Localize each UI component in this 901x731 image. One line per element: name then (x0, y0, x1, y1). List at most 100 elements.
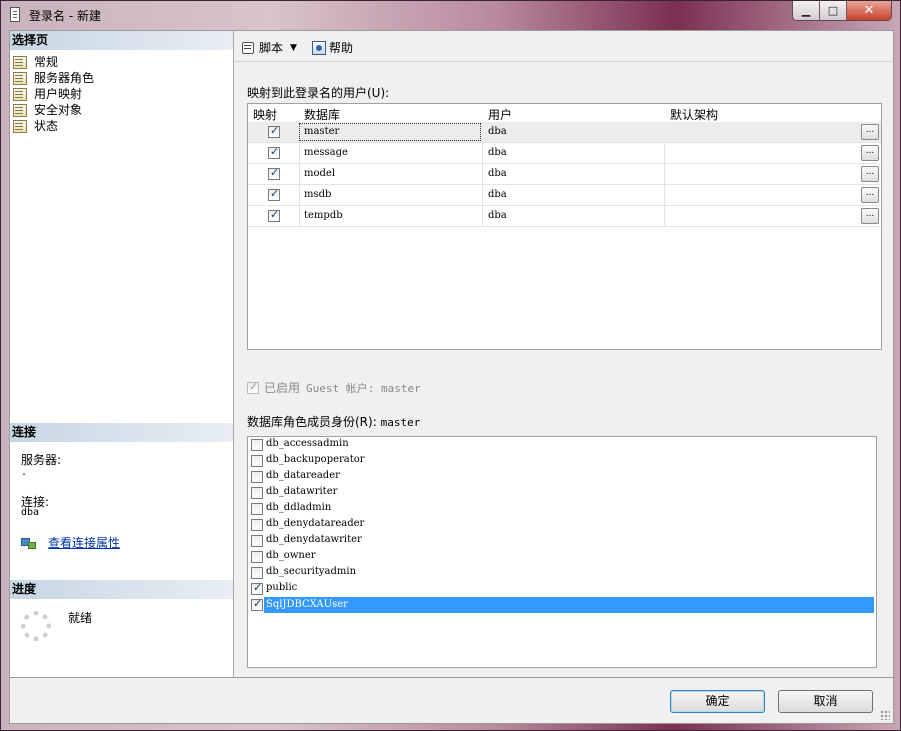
role-checkbox[interactable] (251, 503, 263, 515)
close-icon: ✕ (863, 3, 875, 18)
button-bar: 确定 取消 (9, 678, 894, 724)
user-cell[interactable]: dba (488, 210, 507, 221)
script-button[interactable]: 脚本 ▼ (241, 39, 297, 56)
role-checkbox[interactable] (251, 567, 263, 579)
minimize-button[interactable]: ▁ (793, 1, 820, 20)
browse-schema-button[interactable]: ... (861, 166, 879, 182)
list-item[interactable]: db_owner (248, 549, 876, 565)
role-name: db_denydatareader (266, 518, 365, 529)
map-checkbox[interactable] (268, 145, 280, 159)
connection-value: dba (21, 507, 40, 518)
maximize-button[interactable]: □ (820, 1, 847, 20)
table-row[interactable]: msdb dba ... (248, 185, 881, 206)
role-membership-list: db_accessadmin db_backupoperator db_data… (247, 436, 877, 668)
browse-schema-button[interactable]: ... (861, 208, 879, 224)
user-cell[interactable]: dba (488, 147, 507, 158)
title-bar[interactable]: 登录名 - 新建 ▁ □ ✕ (1, 1, 900, 29)
list-item[interactable]: db_ddladmin (248, 501, 876, 517)
role-name: db_backupoperator (266, 454, 365, 465)
cancel-button[interactable]: 取消 (778, 690, 873, 713)
user-cell[interactable]: dba (488, 126, 507, 137)
window-title: 登录名 - 新建 (29, 9, 101, 23)
close-button[interactable]: ✕ (847, 1, 891, 20)
ok-button[interactable]: 确定 (670, 690, 765, 713)
role-checkbox[interactable] (251, 455, 263, 467)
page-item-label: 状态 (34, 119, 59, 133)
page-item-general[interactable]: 常规 (13, 54, 94, 70)
list-item[interactable]: public (248, 581, 876, 597)
chevron-down-icon[interactable]: ▼ (290, 43, 297, 53)
guest-account-text: Guest 帐户: master (306, 381, 421, 395)
connection-header: 连接 (10, 423, 233, 442)
table-row[interactable]: message dba ... (248, 143, 881, 164)
grid-header: 映射 数据库 用户 默认架构 (248, 104, 881, 122)
list-item[interactable]: SqlJDBCXAUser (248, 597, 876, 613)
toolbar: 脚本 ▼ 帮助 (234, 31, 893, 62)
role-name: db_owner (266, 550, 316, 561)
role-membership-title: 数据库角色成员身份(R): master (247, 413, 420, 430)
page-item-server-roles[interactable]: 服务器角色 (13, 70, 94, 86)
role-name: db_datareader (266, 470, 340, 481)
script-label: 脚本 (259, 41, 284, 55)
database-cell[interactable]: model (304, 168, 335, 179)
window-controls: ▁ □ ✕ (792, 1, 892, 21)
list-item[interactable]: db_backupoperator (248, 453, 876, 469)
login-new-dialog: 登录名 - 新建 ▁ □ ✕ 选择页 常规 服务器角色 用户映射 安全对象 状态… (0, 0, 901, 731)
role-checkbox[interactable] (251, 551, 263, 563)
column-header-user: 用户 (488, 108, 513, 122)
role-name: db_accessadmin (266, 438, 349, 449)
view-connection-properties-link[interactable]: 查看连接属性 (21, 534, 120, 551)
page-item-user-mapping[interactable]: 用户映射 (13, 86, 94, 102)
database-cell[interactable]: message (304, 147, 348, 158)
list-item[interactable]: db_accessadmin (248, 437, 876, 453)
list-item[interactable]: db_denydatawriter (248, 533, 876, 549)
role-checkbox[interactable] (251, 487, 263, 499)
connection-properties-icon (21, 536, 37, 550)
role-name: db_securityadmin (266, 566, 357, 577)
role-name: public (266, 582, 298, 593)
page-icon (13, 87, 27, 101)
browse-schema-button[interactable]: ... (861, 187, 879, 203)
table-row[interactable]: model dba ... (248, 164, 881, 185)
page-item-label: 常规 (34, 55, 59, 69)
map-checkbox[interactable] (268, 166, 280, 180)
script-icon (241, 41, 256, 55)
resize-grip-icon[interactable] (880, 710, 890, 720)
guest-enabled-checkbox: 已启用 Guest 帐户: master (247, 379, 421, 396)
map-checkbox[interactable] (268, 208, 280, 222)
page-icon (13, 71, 27, 85)
role-checkbox[interactable] (251, 535, 263, 547)
table-row[interactable]: master dba ... (248, 122, 881, 143)
list-item[interactable]: db_datawriter (248, 485, 876, 501)
page-item-label: 服务器角色 (34, 71, 95, 85)
role-checkbox[interactable] (251, 597, 263, 611)
database-cell[interactable]: msdb (304, 189, 331, 200)
database-cell[interactable]: tempdb (304, 210, 343, 221)
map-checkbox[interactable] (268, 124, 280, 138)
role-checkbox[interactable] (251, 439, 263, 451)
column-header-map: 映射 (253, 108, 278, 122)
browse-schema-button[interactable]: ... (861, 124, 879, 140)
browse-schema-button[interactable]: ... (861, 145, 879, 161)
page-icon (13, 103, 27, 117)
table-row[interactable]: tempdb dba ... (248, 206, 881, 227)
list-item[interactable]: db_securityadmin (248, 565, 876, 581)
server-label: 服务器: (21, 453, 62, 467)
server-value: . (21, 467, 28, 478)
help-button[interactable]: 帮助 (312, 39, 353, 56)
user-cell[interactable]: dba (488, 189, 507, 200)
left-pane: 选择页 常规 服务器角色 用户映射 安全对象 状态 连接 服务器: . 连接: … (10, 31, 234, 677)
list-item[interactable]: db_denydatareader (248, 517, 876, 533)
page-item-status[interactable]: 状态 (13, 118, 94, 134)
map-checkbox[interactable] (268, 187, 280, 201)
list-item[interactable]: db_datareader (248, 469, 876, 485)
role-checkbox[interactable] (251, 471, 263, 483)
user-cell[interactable]: dba (488, 168, 507, 179)
database-cell[interactable]: master (304, 126, 339, 137)
help-label: 帮助 (329, 41, 354, 55)
page-item-label: 用户映射 (34, 87, 83, 101)
role-checkbox[interactable] (251, 519, 263, 531)
page-item-securables[interactable]: 安全对象 (13, 102, 94, 118)
role-checkbox[interactable] (251, 581, 263, 595)
role-membership-db: master (380, 416, 421, 429)
